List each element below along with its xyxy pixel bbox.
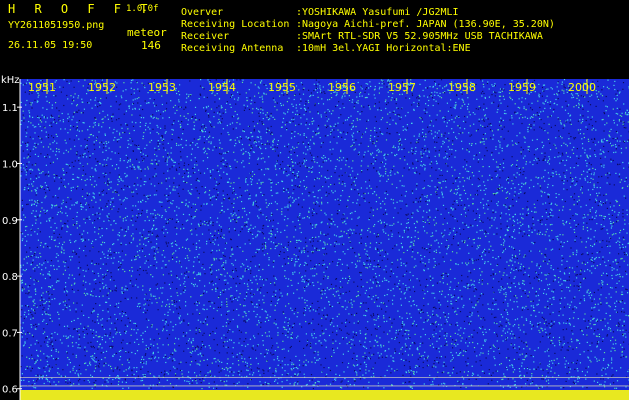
- x-tick-label: 1957: [388, 81, 416, 94]
- meteor-count: 146: [141, 39, 161, 52]
- spectrogram-chart: kHz 1.1 1.0 0.9 0.8 0.7 0.6 1951 1952 1953 1954 1…: [1, 75, 629, 400]
- spectrogram-background: [20, 79, 629, 400]
- x-tick-label: 1954: [208, 81, 236, 94]
- y-axis-unit: kHz: [1, 75, 20, 86]
- version-label: 1.0.0f: [126, 4, 159, 14]
- y-tick-label: 0.7: [2, 328, 18, 339]
- x-tick-label: 2000: [568, 81, 596, 94]
- location-label: Receiving Location: [181, 19, 290, 30]
- y-tick-label: 0.6: [2, 385, 18, 396]
- x-tick-label: 1959: [508, 81, 536, 94]
- timestamp: 26.11.05 19:50: [8, 40, 93, 51]
- y-tick-label: 1.0: [2, 159, 18, 170]
- x-tick-label: 1953: [148, 81, 176, 94]
- x-tick-label: 1952: [88, 81, 116, 94]
- image-filename: YY2611051950.png: [8, 20, 105, 31]
- y-axis: 1.1 1.0 0.9 0.8 0.7 0.6: [2, 79, 22, 400]
- location-value: :Nagoya Aichi-pref. JAPAN (136.90E, 35.2…: [296, 19, 555, 30]
- antenna-value: :10mH 3el.YAGI Horizontal:ENE: [296, 43, 471, 54]
- x-tick-label: 1956: [328, 81, 356, 94]
- y-tick-label: 0.8: [2, 272, 18, 283]
- y-tick-label: 1.1: [2, 103, 18, 114]
- receiver-value: :SMArt RTL-SDR V5 52.905MHz USB TACHIKAW…: [296, 31, 543, 42]
- x-tick-label: 1958: [448, 81, 476, 94]
- antenna-label: Receiving Antenna: [181, 43, 284, 54]
- observer-value: :YOSHIKAWA Yasufumi /JG2MLI: [296, 7, 459, 18]
- signal-bottom-band: [20, 390, 629, 400]
- observer-label: Overver: [181, 7, 224, 18]
- mode-label: meteor: [127, 26, 167, 39]
- x-tick-label: 1951: [28, 81, 56, 94]
- x-tick-label: 1955: [268, 81, 296, 94]
- y-tick-label: 0.9: [2, 216, 18, 227]
- receiver-label: Receiver: [181, 31, 230, 42]
